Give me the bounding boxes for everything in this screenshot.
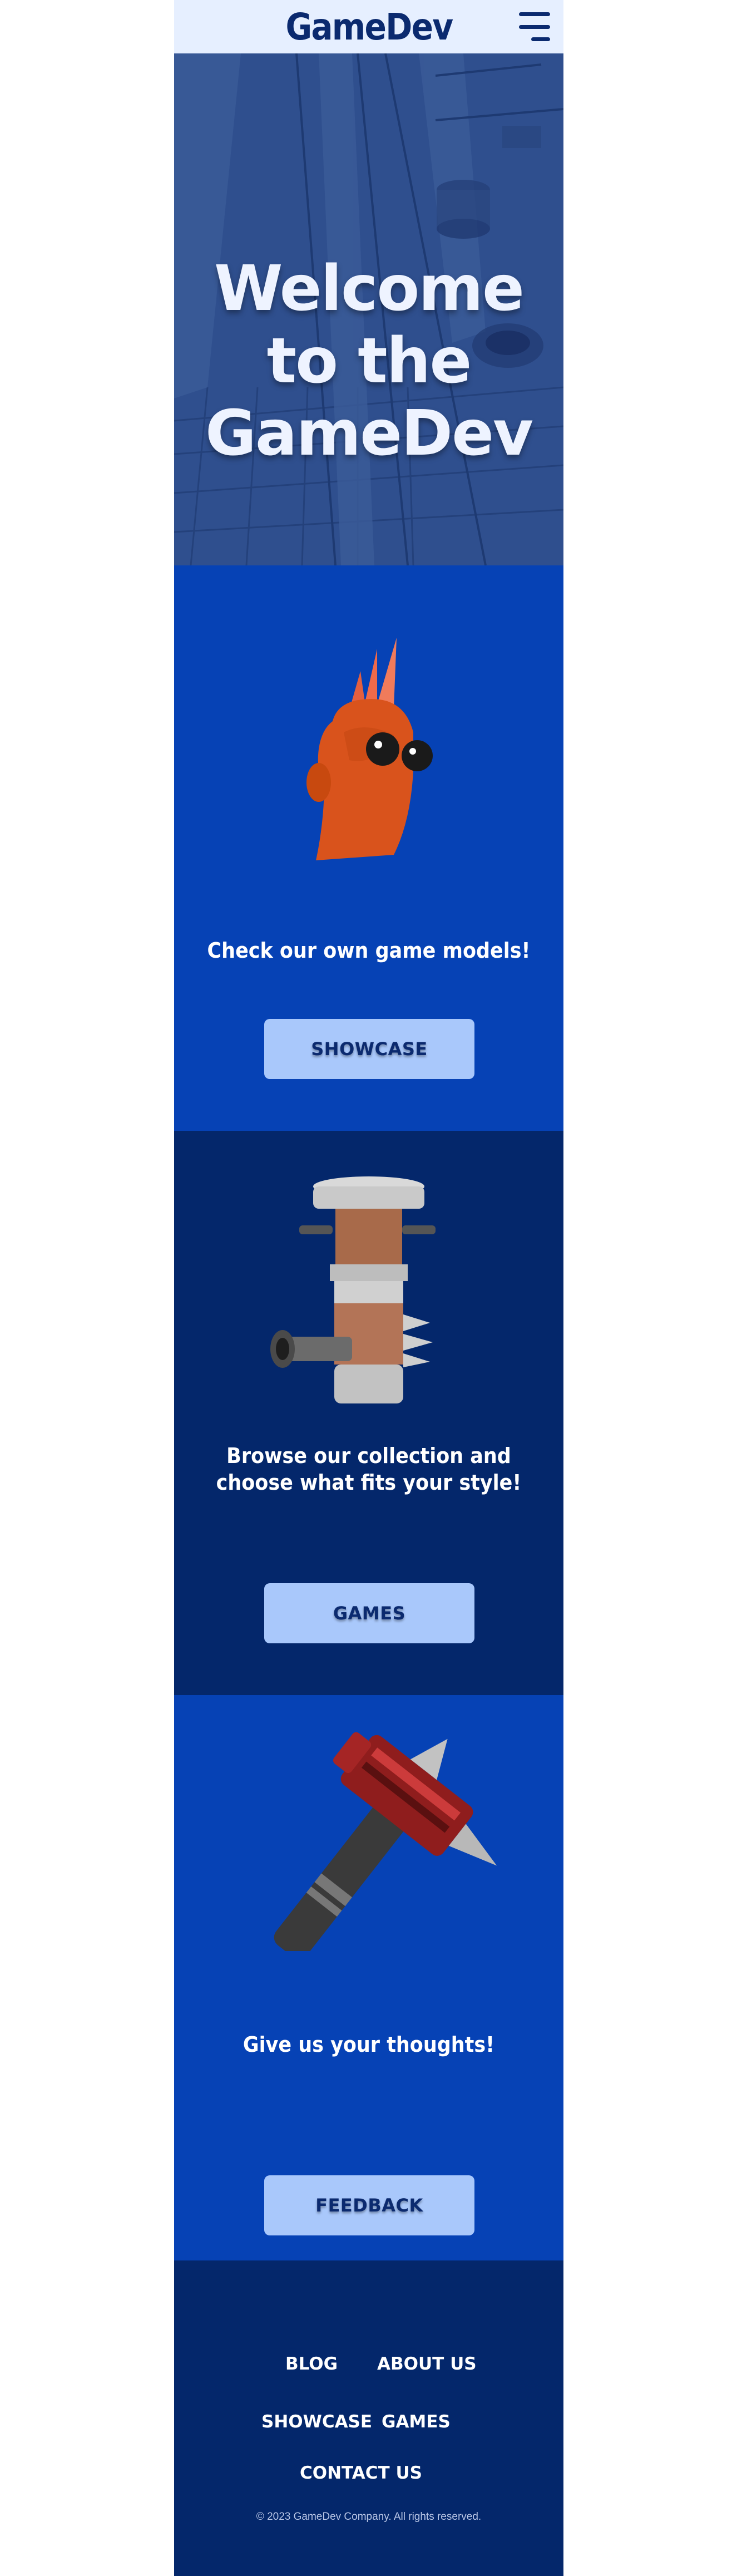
games-section: Browse our collection and choose what fi… — [174, 1131, 563, 1695]
showcase-section: Check our own game models! SHOWCASE — [174, 565, 563, 1131]
hero-title: Welcome to the GameDev — [205, 253, 533, 470]
hamburger-menu-icon[interactable] — [519, 12, 550, 41]
copyright: © 2023 GameDev Company. All rights reser… — [256, 2511, 482, 2523]
showcase-button[interactable]: SHOWCASE — [264, 1019, 474, 1079]
feedback-section: Give us your thoughts! FEEDBACK — [174, 1695, 563, 2260]
hero-banner: Welcome to the GameDev — [174, 53, 563, 565]
footer-link-games[interactable]: GAMES — [382, 2412, 451, 2432]
feedback-button[interactable]: FEEDBACK — [264, 2175, 474, 2235]
footer-link-contact-us[interactable]: CONTACT US — [300, 2463, 422, 2483]
showcase-text: Check our own game models! — [207, 938, 531, 963]
header: GameDev — [174, 0, 563, 53]
footer-link-about-us[interactable]: ABOUT US — [377, 2354, 477, 2374]
spiked-hammer-image — [274, 1732, 497, 1951]
footer-link-showcase[interactable]: SHOWCASE — [261, 2412, 372, 2432]
footer: BLOG ABOUT US SHOWCASE GAMES CONTACT US … — [174, 2260, 563, 2576]
orange-creature-image — [306, 638, 433, 860]
feedback-text: Give us your thoughts! — [243, 2032, 495, 2057]
games-text: Browse our collection and choose what fi… — [216, 1444, 522, 1495]
page: GameDev Welcome to the GameDev Check our… — [174, 0, 563, 2576]
cannon-tower-image — [270, 1176, 436, 1403]
footer-link-blog[interactable]: BLOG — [285, 2354, 338, 2374]
logo[interactable]: GameDev — [285, 6, 453, 48]
games-button[interactable]: GAMES — [264, 1583, 474, 1643]
